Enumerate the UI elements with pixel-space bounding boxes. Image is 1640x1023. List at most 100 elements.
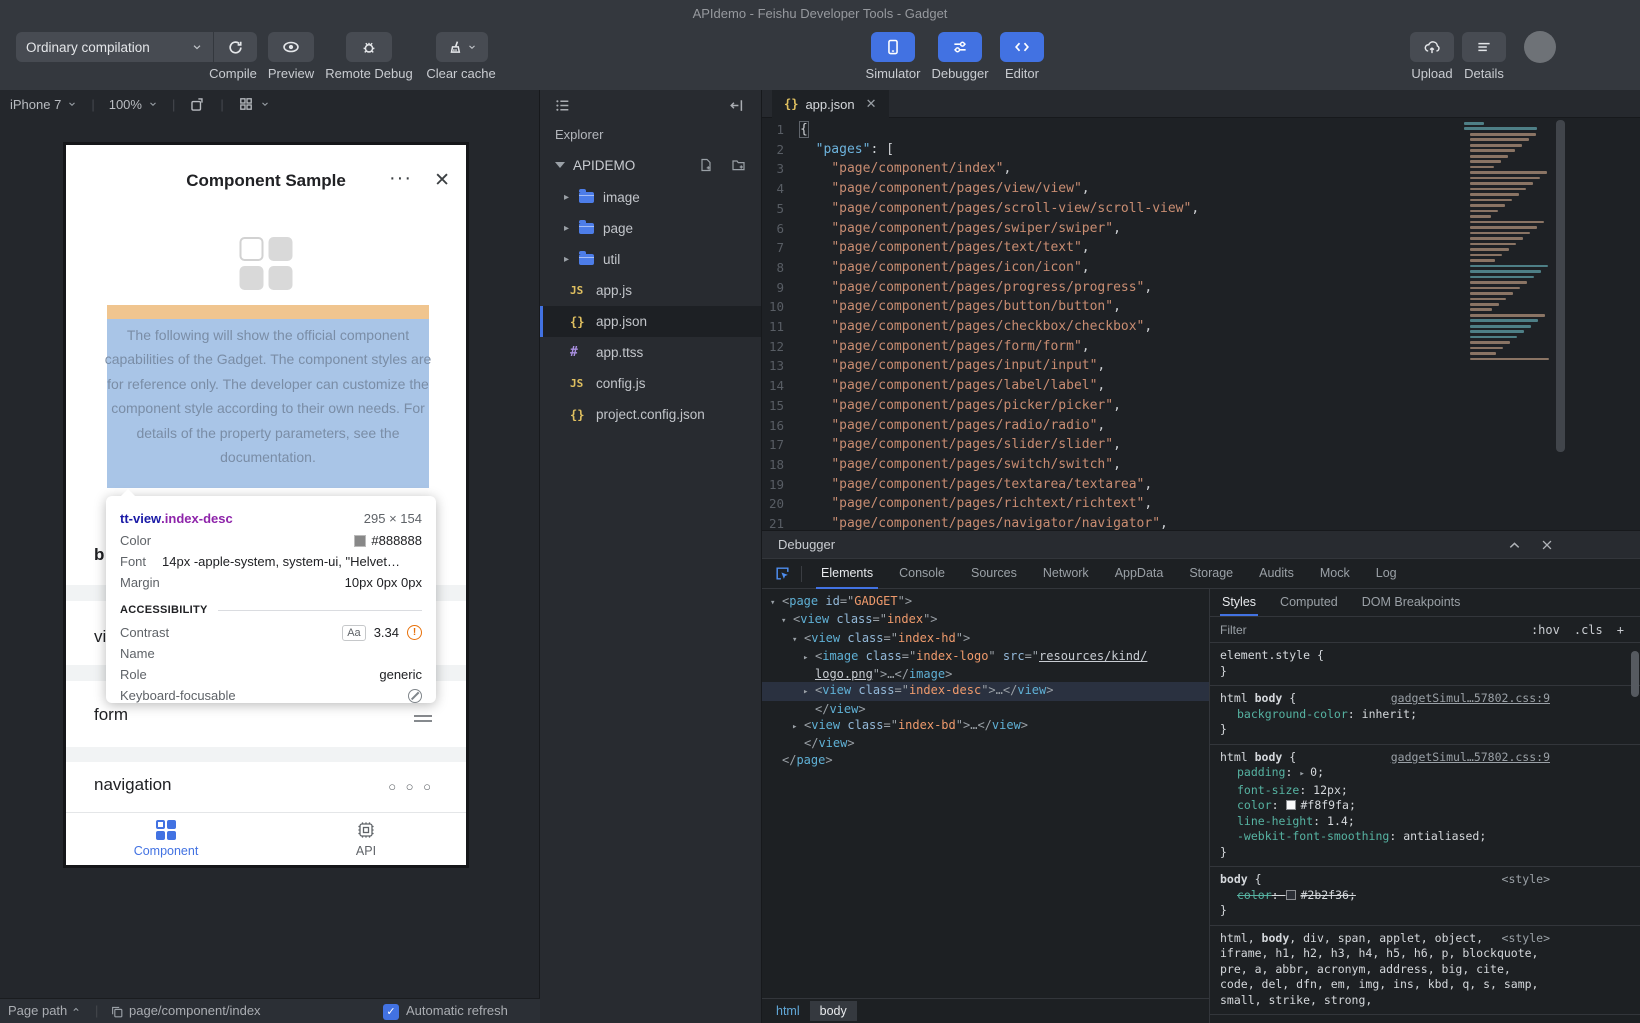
close-tab-icon[interactable]: ✕ xyxy=(866,96,877,112)
clear-cache-button[interactable] xyxy=(436,32,488,62)
new-file-icon[interactable] xyxy=(698,157,714,173)
css-property[interactable]: color: #f8f9fa; xyxy=(1220,798,1630,814)
dom-node[interactable]: ▸ <view class="index-bd">…</view> xyxy=(762,717,1209,735)
more-menu-icon[interactable]: ··· xyxy=(389,167,412,190)
copy-icon[interactable] xyxy=(110,1005,124,1019)
preview-button[interactable] xyxy=(268,32,314,62)
styles-tab-styles[interactable]: Styles xyxy=(1210,589,1268,616)
code-line[interactable]: 14 "page/component/pages/label/label", xyxy=(762,376,1640,396)
project-root[interactable]: APIDEMO xyxy=(540,152,761,178)
tree-folder-util[interactable]: ▸ util xyxy=(540,244,761,275)
cls-toggle[interactable]: .cls xyxy=(1574,623,1603,637)
tooltip-element: tt-view xyxy=(120,510,162,526)
auto-refresh-checkbox[interactable]: ✓ xyxy=(383,1003,399,1020)
css-property[interactable]: color: #2b2f36; xyxy=(1220,888,1630,904)
dom-node[interactable]: </page> xyxy=(762,752,1209,768)
outline-list-icon[interactable] xyxy=(554,97,571,114)
css-property[interactable]: line-height: 1.4; xyxy=(1220,814,1630,830)
tab-component[interactable]: Component xyxy=(66,813,266,865)
tree-file-app.js[interactable]: JS app.js xyxy=(540,275,761,306)
elements-breadcrumb: html body xyxy=(762,998,1209,1023)
compile-button[interactable] xyxy=(214,32,257,62)
styles-scrollbar[interactable] xyxy=(1631,651,1639,697)
compilation-mode-select[interactable]: Ordinary compilation xyxy=(16,32,213,62)
list-item[interactable]: vi xyxy=(94,627,106,647)
simulator-statusbar: Page path | page/component/index ✓ Autom… xyxy=(0,998,540,1023)
rotate-button[interactable] xyxy=(189,96,206,113)
new-rule-icon[interactable]: + xyxy=(1617,623,1624,637)
dom-node[interactable]: </view> xyxy=(762,735,1209,751)
list-item[interactable]: b xyxy=(94,545,104,565)
devtools-tab-mock[interactable]: Mock xyxy=(1307,559,1363,589)
code-line[interactable]: 19 "page/component/pages/textarea/textar… xyxy=(762,475,1640,495)
dom-node[interactable]: ▾ <page id="GADGET"> xyxy=(762,593,1209,611)
editor-minimap[interactable] xyxy=(1462,122,1554,363)
page-path-label[interactable]: Page path xyxy=(8,1003,81,1018)
collapse-panel-icon[interactable] xyxy=(728,97,745,114)
stylesheet-link[interactable]: gadgetSimul…57802.css:9 xyxy=(1391,750,1550,766)
close-icon[interactable]: ✕ xyxy=(434,169,450,192)
avatar[interactable] xyxy=(1524,31,1556,63)
zoom-select[interactable]: 100% xyxy=(109,97,158,112)
css-property[interactable]: font-size: 12px; xyxy=(1220,783,1630,799)
new-folder-icon[interactable] xyxy=(730,157,747,173)
hov-toggle[interactable]: :hov xyxy=(1531,623,1560,637)
color-swatch[interactable] xyxy=(1286,889,1297,900)
dom-node[interactable]: logo.png">…</image> xyxy=(762,666,1209,682)
dom-node[interactable]: </view> xyxy=(762,701,1209,717)
chip-icon xyxy=(356,820,376,840)
devtools-tab-storage[interactable]: Storage xyxy=(1176,559,1246,589)
collapse-up-icon[interactable] xyxy=(1507,538,1522,553)
folder-icon xyxy=(579,220,594,234)
code-line[interactable]: 15 "page/component/pages/picker/picker", xyxy=(762,396,1640,416)
details-button[interactable] xyxy=(1462,32,1506,62)
upload-button[interactable] xyxy=(1410,32,1454,62)
stylesheet-link[interactable]: gadgetSimul…57802.css:9 xyxy=(1391,691,1550,707)
dom-node[interactable]: ▸ <image class="index-logo" src="resource… xyxy=(762,648,1209,666)
contrast-aa-box: Aa xyxy=(342,624,366,641)
dom-node[interactable]: ▾ <view class="index"> xyxy=(762,611,1209,629)
devtools-tab-console[interactable]: Console xyxy=(886,559,958,589)
styles-tab-computed[interactable]: Computed xyxy=(1268,589,1350,616)
filter-input[interactable]: Filter xyxy=(1220,623,1247,637)
code-line[interactable]: 20 "page/component/pages/richtext/richte… xyxy=(762,494,1640,514)
code-line[interactable]: 18 "page/component/pages/switch/switch", xyxy=(762,455,1640,475)
code-line[interactable]: 17 "page/component/pages/slider/slider", xyxy=(762,435,1640,455)
layout-grid-button[interactable] xyxy=(238,96,270,112)
breadcrumb-html[interactable]: html xyxy=(776,1004,800,1018)
editor-scrollbar[interactable] xyxy=(1556,120,1565,452)
list-item-form[interactable]: form xyxy=(94,705,128,725)
tree-file-app.json[interactable]: {} app.json xyxy=(540,306,761,337)
tree-file-config.js[interactable]: JS config.js xyxy=(540,368,761,399)
json-file-icon: {} xyxy=(784,97,799,111)
devtools-tab-appdata[interactable]: AppData xyxy=(1102,559,1177,589)
breadcrumb-body[interactable]: body xyxy=(809,1001,857,1021)
tree-folder-page[interactable]: ▸ page xyxy=(540,213,761,244)
dom-node[interactable]: ▸ <view class="index-desc">…</view> xyxy=(762,682,1209,701)
css-property[interactable]: background-color: inherit; xyxy=(1220,707,1630,723)
devtools-tab-elements[interactable]: Elements xyxy=(808,559,886,589)
tree-file-app.ttss[interactable]: # app.ttss xyxy=(540,337,761,368)
editor-button[interactable] xyxy=(1000,32,1044,62)
close-icon[interactable] xyxy=(1540,538,1554,552)
device-select[interactable]: iPhone 7 xyxy=(10,97,77,112)
dom-node[interactable]: ▾ <view class="index-hd"> xyxy=(762,630,1209,648)
debugger-button[interactable] xyxy=(938,32,982,62)
devtools-tab-log[interactable]: Log xyxy=(1363,559,1410,589)
tree-folder-image[interactable]: ▸ image xyxy=(540,182,761,213)
styles-tab-dom-breakpoints[interactable]: DOM Breakpoints xyxy=(1350,589,1473,616)
list-item-navigation[interactable]: navigation xyxy=(94,775,172,795)
inspect-element-icon[interactable] xyxy=(774,565,791,582)
remote-debug-button[interactable] xyxy=(346,32,392,62)
tab-api[interactable]: API xyxy=(266,813,466,865)
tree-file-project.config.json[interactable]: {} project.config.json xyxy=(540,399,761,430)
css-property[interactable]: -webkit-font-smoothing: antialiased; xyxy=(1220,829,1630,845)
editor-tab-appjson[interactable]: {} app.json ✕ xyxy=(772,90,889,118)
devtools-tab-sources[interactable]: Sources xyxy=(958,559,1030,589)
devtools-tab-network[interactable]: Network xyxy=(1030,559,1102,589)
css-property[interactable]: padding: ▸ 0; xyxy=(1220,765,1630,783)
color-swatch[interactable] xyxy=(1286,800,1297,810)
simulator-button[interactable] xyxy=(871,32,915,62)
devtools-tab-audits[interactable]: Audits xyxy=(1246,559,1307,589)
code-line[interactable]: 16 "page/component/pages/radio/radio", xyxy=(762,416,1640,436)
